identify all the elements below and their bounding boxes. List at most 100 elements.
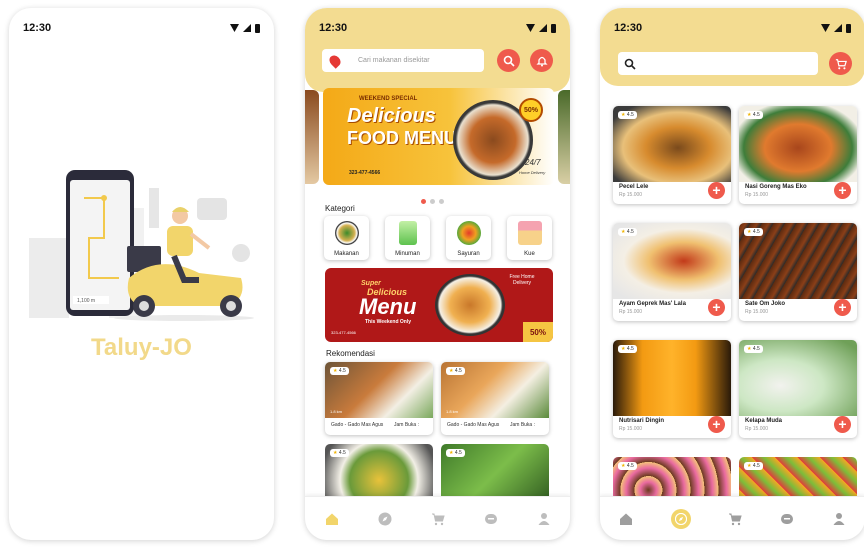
app-name: Taluy-JO: [91, 334, 192, 361]
search-icon: [503, 55, 515, 67]
status-bar: 12:30: [9, 8, 274, 48]
nav-chat[interactable]: [484, 512, 498, 526]
rating-badge: 4.5: [744, 345, 763, 353]
add-to-cart-button[interactable]: +: [834, 416, 851, 433]
recommendation-card[interactable]: 4.5 1.8 km Gado - Gado Mas Agus Jam Buka…: [441, 362, 549, 435]
nav-chat[interactable]: [780, 512, 794, 526]
category-minuman[interactable]: Minuman: [385, 216, 430, 260]
banner2-line4: This Weekend Only: [365, 319, 412, 325]
promo-banner-food-menu[interactable]: WEEKEND SPECIAL Delicious FOOD MENU 50% …: [323, 88, 554, 185]
product-price: Rp 15.000: [745, 426, 769, 432]
product-price: Rp 15.000: [619, 309, 643, 315]
recommendation-card[interactable]: 4.5: [325, 444, 433, 504]
add-to-cart-button[interactable]: +: [834, 182, 851, 199]
promo-banner-super-menu[interactable]: Super Delicious Menu This Weekend Only 3…: [325, 268, 553, 342]
product-card[interactable]: 4.5 Kelapa Muda Rp 15.000 +: [739, 340, 857, 438]
category-label: Minuman: [395, 251, 420, 257]
compass-icon: [378, 512, 391, 525]
rating-badge: 4.5: [618, 228, 637, 236]
banner-delivery-sub: Home Delivery: [519, 170, 546, 175]
cart-icon: [835, 58, 847, 69]
banner2-line3: Menu: [359, 294, 417, 319]
home-icon: [325, 513, 338, 525]
nav-explore[interactable]: [378, 512, 392, 526]
banner2-discount: 50%: [523, 322, 553, 342]
category-sayuran[interactable]: Sayuran: [446, 216, 491, 260]
bottom-navigation: [600, 496, 864, 540]
delivery-illustration: 1,100 m: [29, 170, 254, 321]
category-label: Makanan: [334, 251, 359, 257]
nav-home[interactable]: [325, 512, 339, 526]
chat-icon: [484, 513, 497, 524]
nav-cart[interactable]: [728, 512, 743, 526]
cart-icon: [431, 513, 445, 525]
search-icon: [624, 58, 636, 70]
category-makanan[interactable]: Makanan: [324, 216, 369, 260]
product-grid: 4.5 Pecel Lele Rp 15.000 + 4.5 Nasi Gore…: [613, 106, 858, 512]
add-to-cart-button[interactable]: +: [708, 182, 725, 199]
nav-explore[interactable]: [670, 508, 691, 529]
nav-cart[interactable]: [431, 512, 445, 526]
rating-badge: 4.5: [618, 462, 637, 470]
banner2-free: Free Home Delivery: [509, 274, 535, 286]
rating-badge: 4.5: [618, 111, 637, 119]
product-card[interactable]: 4.5 Ayam Geprek Mas' Lala Rp 15.000 +: [613, 223, 731, 321]
carousel-dot[interactable]: [439, 199, 444, 204]
status-time: 12:30: [23, 22, 52, 34]
product-name: Nasi Goreng Mas Eko: [745, 184, 807, 190]
bottom-navigation: [305, 496, 570, 540]
category-label: Sayuran: [457, 251, 480, 257]
product-card[interactable]: 4.5 Nasi Goreng Mas Eko Rp 15.000 +: [739, 106, 857, 204]
recommendation-hours: Jam Buka :: [393, 422, 419, 428]
rekomendasi-heading: Rekomendasi: [326, 349, 375, 358]
product-card[interactable]: 4.5 Pecel Lele Rp 15.000 +: [613, 106, 731, 204]
notification-button[interactable]: [530, 49, 553, 72]
rating-badge: 4.5: [744, 462, 763, 470]
home-icon: [619, 513, 632, 525]
rating-badge: 4.5: [330, 449, 349, 457]
banner2-phone: 323-477-4566: [331, 330, 356, 335]
search-placeholder: Cari makanan disekitar: [358, 57, 430, 64]
nav-profile[interactable]: [832, 512, 846, 526]
add-to-cart-button[interactable]: +: [708, 416, 725, 433]
banner-tag: WEEKEND SPECIAL: [359, 96, 418, 102]
search-input[interactable]: Cari makanan disekitar: [322, 49, 484, 72]
status-time: 12:30: [319, 22, 348, 34]
status-icons: [821, 23, 851, 33]
kategori-heading: Kategori: [325, 204, 355, 213]
add-to-cart-button[interactable]: +: [834, 299, 851, 316]
category-list: Makanan Minuman Sayuran Kue: [324, 216, 552, 260]
nav-home[interactable]: [619, 512, 633, 526]
status-icons: [526, 23, 556, 33]
recommendation-card[interactable]: 4.5: [441, 444, 549, 504]
location-pin-icon: [327, 52, 343, 69]
food-bowl-icon: [335, 221, 359, 245]
recommendation-hours: Jam Buka :: [509, 422, 535, 428]
vegetable-icon: [457, 221, 481, 245]
product-price: Rp 15.000: [745, 192, 769, 198]
home-screen: 12:30 Cari makanan disekitar WEEKEND SPE…: [305, 8, 570, 540]
product-card[interactable]: 4.5 Nutrisari Dingin Rp 15.000 +: [613, 340, 731, 438]
recommendation-card[interactable]: 4.5 1.8 km Gado - Gado Mas Agus Jam Buka…: [325, 362, 433, 435]
search-input[interactable]: [618, 52, 818, 75]
nav-profile[interactable]: [537, 512, 551, 526]
product-card[interactable]: 4.5 Sate Om Joko Rp 15.000 +: [739, 223, 857, 321]
add-to-cart-button[interactable]: +: [708, 299, 725, 316]
drink-icon: [399, 221, 417, 245]
compass-icon: [674, 512, 687, 525]
bell-icon: [535, 56, 548, 66]
search-button[interactable]: [497, 49, 520, 72]
product-name: Kelapa Muda: [745, 418, 783, 424]
category-kue[interactable]: Kue: [507, 216, 552, 260]
carousel-dots[interactable]: [421, 199, 444, 204]
carousel-dot-active[interactable]: [421, 199, 426, 204]
recommendation-list: 4.5 1.8 km Gado - Gado Mas Agus Jam Buka…: [325, 362, 553, 504]
product-name: Pecel Lele: [619, 184, 649, 190]
splash-screen: 12:30 1,100 m Taluy-JO: [9, 8, 274, 540]
user-icon: [833, 512, 845, 525]
banner2-line1: Super: [361, 280, 381, 287]
discount-badge: 50%: [519, 98, 543, 122]
carousel-dot[interactable]: [430, 199, 435, 204]
chat-icon: [781, 513, 794, 524]
cart-button[interactable]: [829, 52, 852, 75]
